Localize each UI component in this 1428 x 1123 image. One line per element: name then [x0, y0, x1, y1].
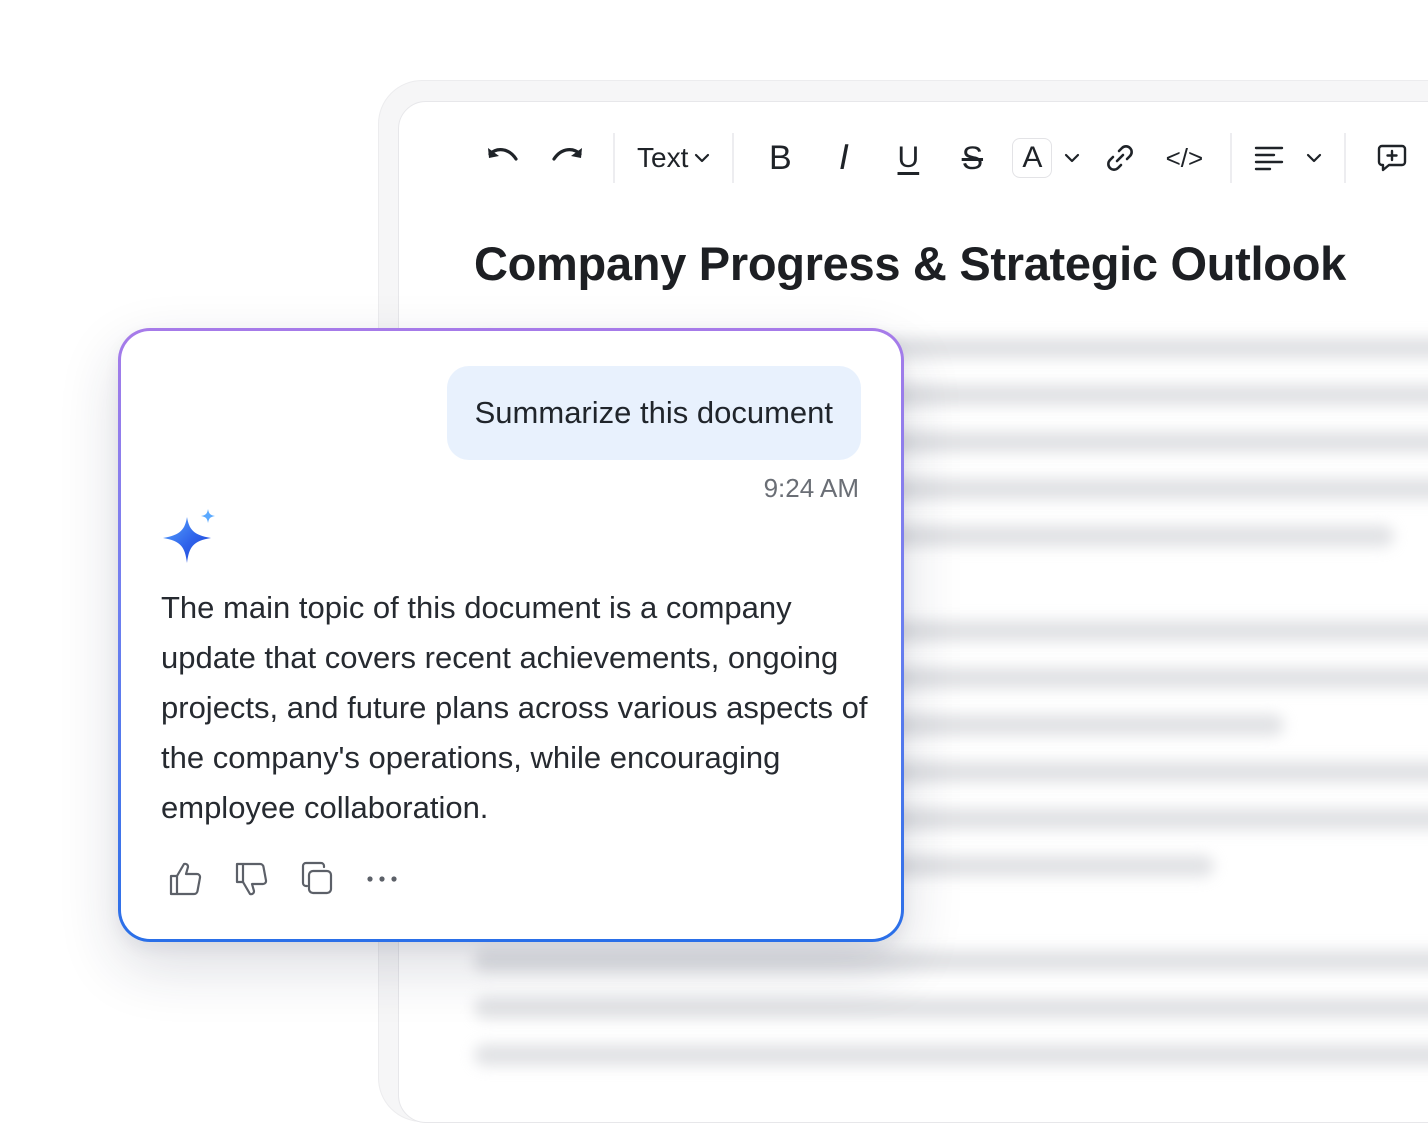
- italic-button[interactable]: I: [820, 134, 868, 182]
- undo-button[interactable]: [479, 134, 527, 182]
- more-options-button[interactable]: [365, 859, 401, 899]
- thumbs-up-button[interactable]: [167, 859, 203, 899]
- user-message-bubble: Summarize this document: [446, 366, 861, 460]
- toolbar-divider: [1344, 133, 1347, 183]
- copy-icon: [301, 861, 333, 895]
- alignment-dropdown[interactable]: [1254, 134, 1322, 182]
- link-icon: [1107, 145, 1134, 171]
- align-left-icon: [1255, 146, 1284, 171]
- chevron-down-icon: [1307, 153, 1322, 163]
- sparkle-icon: [163, 509, 215, 563]
- toolbar-divider: [1230, 133, 1233, 183]
- redo-icon: [552, 148, 582, 161]
- code-button[interactable]: </>: [1160, 134, 1208, 182]
- underline-button[interactable]: U: [884, 134, 932, 182]
- chevron-down-icon: [695, 153, 710, 163]
- message-timestamp: 9:24 AM: [763, 473, 859, 503]
- redo-button[interactable]: [543, 134, 591, 182]
- thumbs-up-icon: [169, 862, 202, 896]
- document-title[interactable]: Company Progress & Strategic Outlook: [474, 236, 1346, 291]
- user-message-text: Summarize this document: [474, 395, 833, 430]
- more-icon: [367, 876, 397, 882]
- add-comment-button[interactable]: [1368, 134, 1416, 182]
- undo-icon: [488, 148, 518, 161]
- comment-add-icon: [1378, 144, 1407, 172]
- text-style-label: Text: [637, 142, 689, 173]
- font-color-dropdown[interactable]: A: [1012, 134, 1080, 182]
- font-color-icon: A: [1012, 138, 1053, 178]
- code-icon: </>: [1165, 142, 1204, 173]
- ai-chat-panel-body: Summarize this document 9:24 AM The main…: [121, 331, 901, 939]
- message-actions: [167, 859, 401, 899]
- link-button[interactable]: [1096, 134, 1144, 182]
- toolbar-divider: [732, 133, 735, 183]
- text-style-dropdown[interactable]: Text: [637, 134, 710, 182]
- ai-chat-panel: Summarize this document 9:24 AM The main…: [118, 328, 904, 942]
- thumbs-down-button[interactable]: [233, 859, 269, 899]
- formatting-toolbar: Text B I U S A </>: [479, 130, 1428, 186]
- thumbs-down-icon: [235, 862, 268, 896]
- bold-button[interactable]: B: [756, 134, 804, 182]
- chevron-down-icon: [1065, 153, 1080, 163]
- toolbar-divider: [613, 133, 615, 183]
- copy-button[interactable]: [299, 859, 335, 899]
- assistant-message-text: The main topic of this document is a com…: [161, 590, 868, 825]
- strikethrough-button[interactable]: S: [948, 134, 996, 182]
